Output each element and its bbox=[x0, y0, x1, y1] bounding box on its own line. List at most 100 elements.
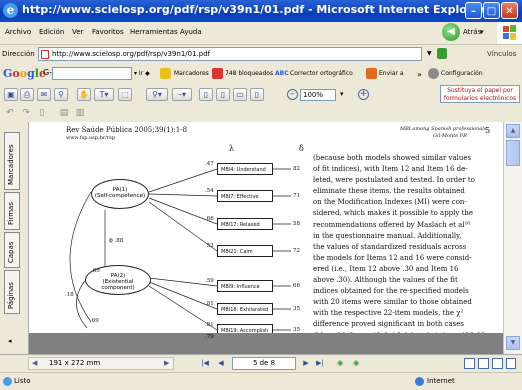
scroll-down-icon[interactable]: ▼ bbox=[506, 336, 520, 350]
item-box: MBI9: Influence bbox=[217, 280, 273, 292]
article-body-line: indices obtained for the re-specified mo… bbox=[313, 287, 469, 296]
address-input[interactable]: http://www.scielosp.org/pdf/rsp/v39n1/01… bbox=[38, 47, 422, 61]
delta-value: 66 bbox=[293, 283, 300, 289]
article-body-line: on the Modification Indexes (MI) were co… bbox=[313, 198, 467, 207]
previous-view-icon[interactable]: ◉ bbox=[333, 357, 347, 370]
article-body-line: recommendations offered by Maslach et al… bbox=[313, 220, 471, 229]
article-body-line: the values of standardized residuals acr… bbox=[313, 242, 467, 251]
delta-value: 35 bbox=[293, 306, 300, 312]
article-body-line: eliminate these items, the results obtai… bbox=[313, 187, 465, 196]
vertical-scrollbar[interactable]: ▲ ▼ bbox=[503, 122, 522, 354]
tab-bookmarks[interactable]: Marcadores bbox=[4, 132, 20, 190]
pdf-viewport[interactable]: Rev Saúde Pública 2005;39(1):1-8 www.fsp… bbox=[29, 122, 503, 354]
popup-blocker-icon bbox=[212, 68, 223, 79]
navigation-panel: Marcadores Firmas Capas Páginas ◂ bbox=[0, 122, 29, 354]
last-page-icon[interactable]: ▶| bbox=[313, 357, 327, 370]
close-button[interactable]: ✕ bbox=[501, 2, 518, 19]
menu-herramientas[interactable]: Herramientas bbox=[130, 28, 178, 36]
scroll-up-icon[interactable]: ▲ bbox=[506, 124, 520, 138]
title-bar[interactable]: e http://www.scielosp.org/pdf/rsp/v39n1/… bbox=[0, 0, 522, 22]
snapshot-tool-icon[interactable]: ⬚ bbox=[118, 88, 132, 101]
tab-signatures[interactable]: Firmas bbox=[4, 192, 20, 230]
back-arrow-icon: ◀ bbox=[442, 23, 460, 41]
settings-button[interactable]: Configuración bbox=[441, 70, 483, 77]
select-text-tool-icon[interactable]: T▾ bbox=[94, 88, 114, 101]
address-dropdown-icon[interactable]: ▼ bbox=[427, 50, 432, 57]
save-icon[interactable]: ▣ bbox=[4, 88, 18, 101]
article-body-line: sidered, which makes it possible to appl… bbox=[313, 209, 474, 218]
next-view-icon[interactable]: ◉ bbox=[349, 357, 363, 370]
article-body-line: of fit indices), with Item 12 and Item 1… bbox=[313, 165, 468, 174]
search-icon[interactable]: ⚲ bbox=[54, 88, 68, 101]
forms-promo-link[interactable]: Sustituya el papel por formularios elect… bbox=[440, 85, 520, 103]
item-box: MBI4: Understand bbox=[217, 163, 273, 175]
page-layout-icon[interactable]: ▤ bbox=[58, 108, 70, 119]
continuous-page-icon[interactable]: ▯ bbox=[250, 88, 264, 101]
search-dropdown-icon[interactable]: ▾ Ir ◆ bbox=[134, 70, 150, 77]
popups-blocked-button[interactable]: 748 bloqueados bbox=[225, 70, 273, 77]
redo-icon[interactable]: ↷ bbox=[20, 108, 32, 119]
lambda-value: .59 bbox=[205, 278, 214, 284]
zoom-out-icon[interactable]: –▾ bbox=[172, 88, 192, 101]
bottom-lambda: .79 bbox=[205, 334, 214, 340]
zoom-dropdown-icon[interactable]: ▾ bbox=[340, 90, 344, 98]
go-button[interactable] bbox=[437, 48, 447, 59]
lambda-value: .66 bbox=[205, 216, 214, 222]
google-g-menu[interactable]: G- bbox=[43, 68, 52, 77]
panel-collapse-icon[interactable]: ◂ bbox=[8, 337, 12, 345]
factor-pa1: PA(1) (Self-competence) bbox=[91, 179, 149, 209]
rotate-icon[interactable]: ▯ bbox=[36, 108, 48, 119]
previous-page-icon[interactable]: ◀ bbox=[214, 357, 228, 370]
spellcheck-button[interactable]: Corrector ortográfico bbox=[290, 70, 353, 77]
zoom-out-circle-icon[interactable]: – bbox=[287, 89, 298, 100]
menu-ver[interactable]: Ver bbox=[72, 28, 83, 36]
next-page-icon[interactable]: ▶ bbox=[299, 357, 313, 370]
address-url: http://www.scielosp.org/pdf/rsp/v39n1/01… bbox=[52, 50, 211, 58]
send-to-button[interactable]: Enviar a bbox=[379, 70, 404, 77]
scroll-right-icon[interactable]: ▶ bbox=[164, 359, 169, 367]
zoom-tool-icon[interactable]: ⚲▾ bbox=[146, 88, 168, 101]
toolbar-more-icon[interactable]: » bbox=[417, 70, 422, 79]
menu-ayuda[interactable]: Ayuda bbox=[180, 28, 202, 36]
bookmarks-button[interactable]: Marcadores bbox=[174, 70, 209, 77]
minimize-button[interactable]: – bbox=[465, 2, 482, 19]
fit-width-icon[interactable]: ▭ bbox=[233, 88, 247, 101]
first-page-icon[interactable]: |◀ bbox=[198, 357, 212, 370]
actual-size-icon[interactable]: ▯ bbox=[199, 88, 213, 101]
tab-layers[interactable]: Capas bbox=[4, 232, 20, 268]
back-dropdown-icon[interactable]: ▾ bbox=[480, 28, 484, 36]
single-page-layout-icon[interactable] bbox=[464, 358, 475, 369]
continuous-layout-icon[interactable] bbox=[478, 358, 489, 369]
menu-archivo[interactable]: Archivo bbox=[5, 28, 31, 36]
scroll-left-icon[interactable]: ◀ bbox=[32, 359, 37, 367]
status-text: Listo bbox=[14, 377, 31, 385]
facing-layout-icon[interactable] bbox=[492, 358, 503, 369]
tab-pages[interactable]: Páginas bbox=[4, 270, 20, 314]
star-icon[interactable] bbox=[160, 68, 171, 79]
email-icon[interactable]: ✉ bbox=[37, 88, 51, 101]
lambda-value: .81 bbox=[205, 322, 214, 328]
google-search-input[interactable] bbox=[52, 67, 132, 80]
tab-signatures-label: Firmas bbox=[7, 202, 15, 225]
page-number: 5 bbox=[485, 126, 491, 135]
delta-value: 82 bbox=[293, 166, 300, 172]
undo-icon[interactable]: ↶ bbox=[4, 108, 16, 119]
fit-page-icon[interactable]: ▯ bbox=[216, 88, 230, 101]
print-icon[interactable]: ⎙ bbox=[20, 88, 34, 101]
delta-header: δ bbox=[299, 144, 304, 153]
zoom-in-icon[interactable]: + bbox=[358, 89, 369, 100]
menu-edicion[interactable]: Edición bbox=[39, 28, 64, 36]
reflow-icon[interactable]: ▥ bbox=[74, 108, 86, 119]
maximize-button[interactable]: □ bbox=[483, 2, 500, 19]
zoom-level-field[interactable]: 100% bbox=[300, 89, 336, 101]
scroll-thumb[interactable] bbox=[506, 140, 520, 166]
page-number-field[interactable]: 5 de 8 bbox=[232, 357, 296, 370]
back-button[interactable]: ◀ Atrás bbox=[442, 23, 492, 42]
browser-status-bar: Listo Internet bbox=[0, 372, 522, 390]
menu-bar: Archivo Edición Ver Favoritos Herramient… bbox=[0, 22, 522, 45]
continuous-facing-layout-icon[interactable] bbox=[506, 358, 516, 369]
links-label[interactable]: Vínculos bbox=[487, 50, 516, 58]
hand-tool-icon[interactable]: ✋ bbox=[77, 88, 91, 101]
menu-favoritos[interactable]: Favoritos bbox=[92, 28, 124, 36]
factor-pa1-sub: (Self-competence) bbox=[94, 193, 146, 199]
